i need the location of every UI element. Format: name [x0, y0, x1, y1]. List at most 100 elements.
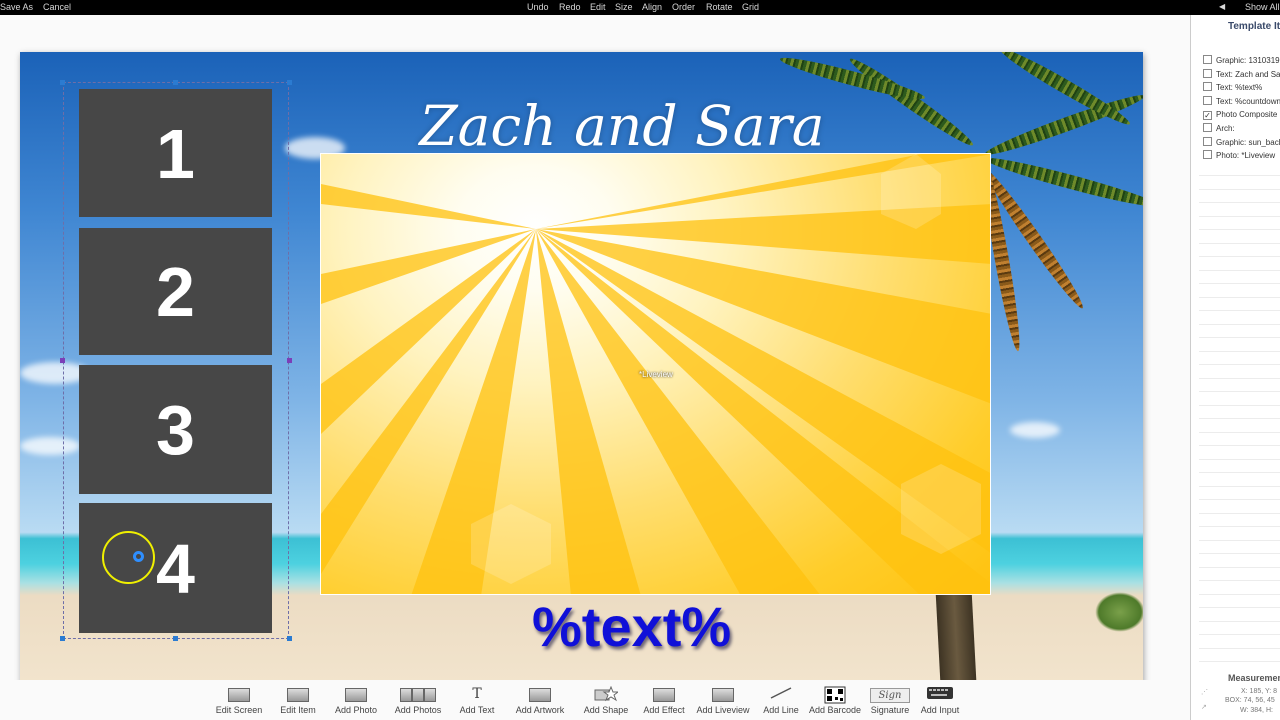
empty-row-divider	[1199, 459, 1280, 460]
edit-screen-icon	[207, 686, 271, 703]
edit-item-button[interactable]: Edit Item	[266, 686, 330, 718]
resize-handle[interactable]	[60, 358, 65, 363]
show-all-button[interactable]: Show All	[1245, 0, 1280, 14]
add-liveview-button[interactable]: Add Liveview	[691, 686, 755, 718]
cancel-button[interactable]: Cancel	[43, 0, 71, 14]
template-item-label: Photo Composite	[1216, 110, 1278, 119]
checkbox-icon[interactable]	[1203, 82, 1212, 91]
toolbar-label: Add Input	[920, 705, 960, 715]
add-artwork-icon	[508, 686, 572, 703]
add-photo-icon	[324, 686, 388, 703]
photo-slot-2[interactable]: 2	[79, 228, 272, 355]
add-photo-button[interactable]: Add Photo	[324, 686, 388, 718]
liveview-label: *Liveview	[639, 370, 673, 379]
cursor-highlight-ring	[102, 531, 155, 584]
empty-row-divider	[1199, 445, 1280, 446]
template-item-row[interactable]: Photo: *Liveview	[1203, 150, 1275, 163]
empty-row-divider	[1199, 216, 1280, 217]
save-as-button[interactable]: Save As	[0, 0, 33, 14]
checkbox-icon[interactable]	[1203, 55, 1212, 64]
template-canvas[interactable]: 1 2 3 4 Zach and Sara *Liveview %text%	[20, 52, 1143, 684]
empty-row-divider	[1199, 391, 1280, 392]
add-text-button[interactable]: T Add Text	[445, 686, 509, 718]
checked-checkbox-icon[interactable]: ✓	[1203, 111, 1212, 120]
redo-button[interactable]: Redo	[559, 0, 581, 14]
add-photos-button[interactable]: Add Photos	[386, 686, 450, 718]
empty-row-divider	[1199, 243, 1280, 244]
empty-row-divider	[1199, 634, 1280, 635]
bottom-toolbar: Edit Screen Edit Item Add Photo Add Photos T…	[0, 680, 1190, 720]
empty-row-divider	[1199, 472, 1280, 473]
template-item-row[interactable]: Text: Zach and Sara	[1203, 69, 1280, 82]
empty-row-divider	[1199, 567, 1280, 568]
add-input-button[interactable]: Add Input	[908, 686, 972, 718]
empty-row-divider	[1199, 283, 1280, 284]
template-item-row[interactable]: Graphic: 1310319	[1203, 55, 1280, 68]
resize-handle[interactable]	[287, 358, 292, 363]
background-cloud	[1010, 422, 1060, 438]
order-menu[interactable]: Order	[672, 0, 695, 14]
template-item-label: Text: Zach and Sara	[1216, 70, 1280, 79]
template-item-row[interactable]: Arch:	[1203, 123, 1235, 136]
empty-row-divider	[1199, 648, 1280, 649]
size-menu[interactable]: Size	[615, 0, 633, 14]
template-items-panel: Template Items Graphic: 1310319 Text: Zac…	[1190, 15, 1280, 720]
empty-row-divider	[1199, 486, 1280, 487]
toolbar-label: Add Photos	[394, 705, 442, 715]
edit-menu[interactable]: Edit	[590, 0, 606, 14]
rotate-menu[interactable]: Rotate	[706, 0, 733, 14]
add-shape-button[interactable]: Add Shape	[574, 685, 638, 718]
top-menu-bar: Save As Cancel Undo Redo Edit Size Align…	[0, 0, 1280, 15]
title-text[interactable]: Zach and Sara	[402, 94, 842, 158]
template-item-row[interactable]: ✓ Photo Composite	[1203, 110, 1277, 123]
resize-handle[interactable]	[287, 636, 292, 641]
template-item-row[interactable]: Graphic: sun_back	[1203, 137, 1280, 150]
photo-slot-1[interactable]: 1	[79, 89, 272, 217]
collapse-arrow-icon[interactable]: ◀	[1219, 0, 1225, 14]
empty-row-divider	[1199, 189, 1280, 190]
empty-row-divider	[1199, 621, 1280, 622]
resize-handle[interactable]	[60, 80, 65, 85]
toolbar-label: Add Shape	[583, 705, 629, 715]
template-item-row[interactable]: Text: %text%	[1203, 82, 1262, 95]
empty-row-divider	[1199, 175, 1280, 176]
empty-row-divider	[1199, 594, 1280, 595]
checkbox-icon[interactable]	[1203, 150, 1212, 159]
empty-row-divider	[1199, 324, 1280, 325]
edit-item-icon	[266, 686, 330, 703]
size-readout: W: 384, H:	[1240, 707, 1273, 714]
empty-row-divider	[1199, 499, 1280, 500]
undo-button[interactable]: Undo	[527, 0, 549, 14]
add-liveview-icon	[691, 686, 755, 703]
template-item-label: Text: %text%	[1216, 83, 1263, 92]
toolbar-label: Add Photo	[334, 705, 378, 715]
liveview-photo-area[interactable]: *Liveview	[320, 153, 991, 595]
resize-handle[interactable]	[173, 80, 178, 85]
toolbar-label: Add Text	[459, 705, 495, 715]
resize-handle[interactable]	[60, 636, 65, 641]
photo-slot-3[interactable]: 3	[79, 365, 272, 494]
checkbox-icon[interactable]	[1203, 69, 1212, 78]
checkbox-icon[interactable]	[1203, 96, 1212, 105]
edit-screen-button[interactable]: Edit Screen	[207, 686, 271, 718]
resize-handle[interactable]	[287, 80, 292, 85]
empty-row-divider	[1199, 337, 1280, 338]
add-artwork-button[interactable]: Add Artwork	[508, 686, 572, 718]
align-menu[interactable]: Align	[642, 0, 662, 14]
custom-text-field[interactable]: %text%	[532, 594, 731, 659]
template-item-row[interactable]: Text: %countdown	[1203, 96, 1280, 109]
add-effect-button[interactable]: Add Effect	[632, 686, 696, 718]
empty-row-divider	[1199, 270, 1280, 271]
busy-cursor-icon	[133, 551, 144, 562]
empty-row-divider	[1199, 256, 1280, 257]
checkbox-icon[interactable]	[1203, 123, 1212, 132]
toolbar-label: Edit Item	[280, 705, 316, 715]
empty-row-divider	[1199, 229, 1280, 230]
checkbox-icon[interactable]	[1203, 137, 1212, 146]
toolbar-label: Add Liveview	[696, 705, 750, 715]
toolbar-label: Add Artwork	[515, 705, 565, 715]
grid-menu[interactable]: Grid	[742, 0, 759, 14]
add-effect-icon	[632, 686, 696, 703]
empty-row-divider	[1199, 297, 1280, 298]
resize-handle[interactable]	[173, 636, 178, 641]
